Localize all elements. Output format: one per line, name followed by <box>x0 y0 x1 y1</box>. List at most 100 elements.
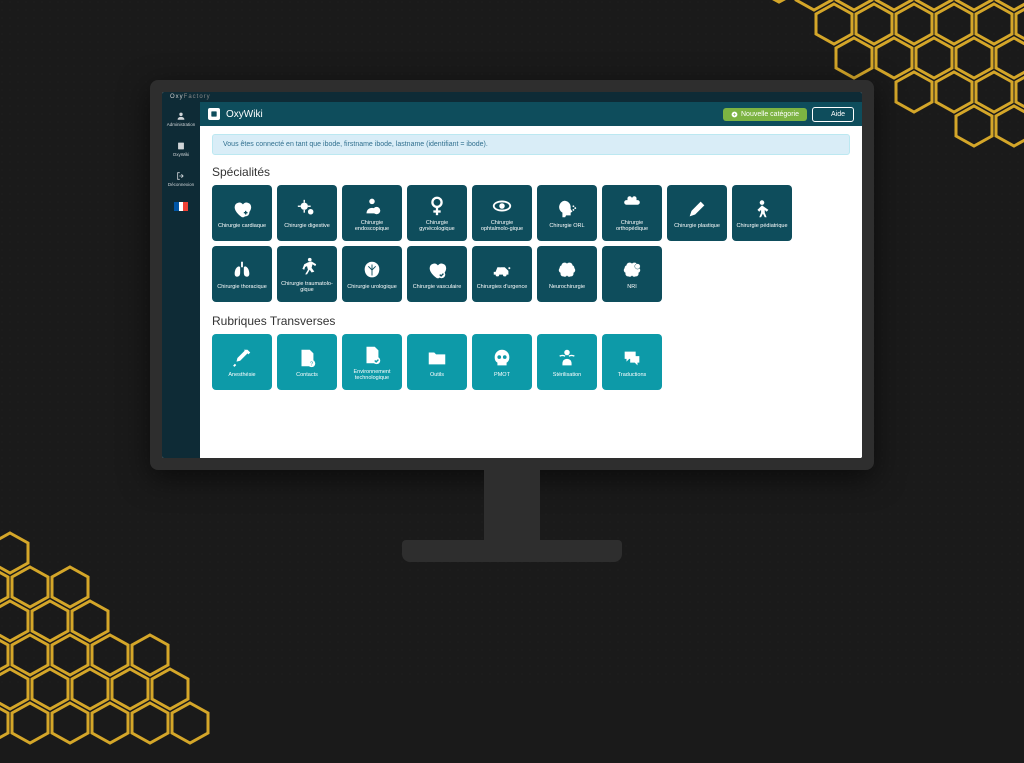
syringe-icon <box>231 346 253 370</box>
monitor-stand-neck <box>484 470 540 540</box>
new-category-label: Nouvelle catégorie <box>741 111 799 118</box>
head-icon <box>556 197 578 221</box>
waves-icon <box>556 346 578 370</box>
tile-label: Chirurgie gynécologique <box>411 220 463 233</box>
tile-label: Stérilisation <box>553 372 581 378</box>
page-header: OxyWiki Nouvelle catégorie Aide <box>200 102 862 126</box>
page-title-icon <box>208 108 220 120</box>
tile-label: Outils <box>430 372 444 378</box>
sidebar-item-label: OxyWiki <box>164 152 198 157</box>
tile-label: Neurochirurgie <box>549 284 585 290</box>
svg-text:?: ? <box>310 361 313 367</box>
book-icon <box>176 141 186 151</box>
app-body: Administration OxyWiki Déconnexion <box>162 102 862 458</box>
skull-icon <box>491 346 513 370</box>
help-button[interactable]: Aide <box>812 107 854 122</box>
monitor-mockup: OxyFactory Administration OxyWiki <box>150 80 874 590</box>
tile-label: Chirurgies d'urgence <box>477 284 528 290</box>
heart-icon <box>231 197 253 221</box>
tile-label: Chirurgie pédiatrique <box>736 223 787 229</box>
tile-label: Chirurgie orthopédique <box>606 220 658 233</box>
lungs-icon <box>231 258 253 282</box>
monitor-stand-base <box>402 540 622 562</box>
category-tile[interactable]: Chirurgie digestive <box>277 185 337 241</box>
category-tile[interactable]: Chirurgie vasculaire <box>407 246 467 302</box>
sidebar-item-oxywiki[interactable]: OxyWiki <box>162 138 200 160</box>
category-tile[interactable]: Chirurgie pédiatrique <box>732 185 792 241</box>
category-tile[interactable]: Chirurgies d'urgence <box>472 246 532 302</box>
file-check-icon <box>361 343 383 367</box>
pen-icon <box>686 197 708 221</box>
tile-label: Chirurgie digestive <box>284 223 330 229</box>
category-tile[interactable]: Chirurgie gynécologique <box>407 185 467 241</box>
category-tile[interactable]: Traductions <box>602 334 662 390</box>
category-tile[interactable]: ? Contacts <box>277 334 337 390</box>
tile-label: PMOT <box>494 372 510 378</box>
sidebar-item-deconnexion[interactable]: Déconnexion <box>162 168 200 190</box>
content: Vous êtes connecté en tant que ibode, fi… <box>200 126 862 458</box>
app-root: OxyFactory Administration OxyWiki <box>162 92 862 458</box>
tile-label: Environnement technologique <box>346 369 398 382</box>
tile-label: Chirurgie urologique <box>347 284 397 290</box>
heart-check-icon <box>426 258 448 282</box>
new-category-button[interactable]: Nouvelle catégorie <box>723 108 807 121</box>
file-question-icon: ? <box>296 346 318 370</box>
main-panel: OxyWiki Nouvelle catégorie Aide <box>200 102 862 458</box>
brain-gear-icon <box>621 258 643 282</box>
sidebar-item-label: Administration <box>164 122 198 127</box>
tile-label: Traductions <box>618 372 647 378</box>
brand-prefix: Oxy <box>170 94 184 100</box>
tile-label: Anesthésie <box>228 372 255 378</box>
tile-label: Contacts <box>296 372 318 378</box>
folder-icon <box>426 346 448 370</box>
running-icon <box>296 255 318 279</box>
category-tile[interactable]: Stérilisation <box>537 334 597 390</box>
monitor-bezel: OxyFactory Administration OxyWiki <box>150 80 874 470</box>
tile-label: Chirurgie thoracique <box>217 284 267 290</box>
tile-label: NRI <box>627 284 636 290</box>
sidebar: Administration OxyWiki Déconnexion <box>162 102 200 458</box>
female-icon <box>426 194 448 218</box>
child-icon <box>751 197 773 221</box>
category-tile[interactable]: Neurochirurgie <box>537 246 597 302</box>
sidebar-item-label: Déconnexion <box>164 182 198 187</box>
monitor-screen: OxyFactory Administration OxyWiki <box>162 92 862 458</box>
tile-grid: Chirurgie cardiaque Chirurgie digestive Ch… <box>212 185 850 302</box>
category-tile[interactable]: PMOT <box>472 334 532 390</box>
chat-icon <box>621 346 643 370</box>
help-label: Aide <box>831 111 845 118</box>
category-tile[interactable]: Environnement technologique <box>342 334 402 390</box>
download-icon <box>821 111 828 118</box>
tile-label: Chirurgie ophtalmolo-gique <box>476 220 528 233</box>
category-tile[interactable]: Chirurgie thoracique <box>212 246 272 302</box>
ambulance-icon <box>491 258 513 282</box>
tile-label: Chirurgie endoscopique <box>346 220 398 233</box>
tile-label: Chirurgie traumatolo-gique <box>281 281 333 294</box>
section-title: Rubriques Transverses <box>212 314 850 328</box>
kidney-icon <box>361 258 383 282</box>
category-tile[interactable]: Chirurgie traumatolo-gique <box>277 246 337 302</box>
tile-label: Chirurgie ORL <box>549 223 584 229</box>
category-tile[interactable]: Chirurgie ophtalmolo-gique <box>472 185 532 241</box>
plus-circle-icon <box>731 111 738 118</box>
alert-text: Vous êtes connecté en tant que ibode, fi… <box>223 141 488 148</box>
category-tile[interactable]: Outils <box>407 334 467 390</box>
language-flag-fr[interactable] <box>174 202 188 211</box>
category-tile[interactable]: Chirurgie cardiaque <box>212 185 272 241</box>
sidebar-item-administration[interactable]: Administration <box>162 108 200 130</box>
brain-icon <box>556 258 578 282</box>
category-tile[interactable]: Chirurgie endoscopique <box>342 185 402 241</box>
category-tile[interactable]: NRI <box>602 246 662 302</box>
category-tile[interactable]: Chirurgie orthopédique <box>602 185 662 241</box>
category-tile[interactable]: Chirurgie ORL <box>537 185 597 241</box>
tile-grid: Anesthésie? Contacts Environnement technol… <box>212 334 850 390</box>
category-tile[interactable]: Chirurgie urologique <box>342 246 402 302</box>
login-info-alert: Vous êtes connecté en tant que ibode, fi… <box>212 134 850 155</box>
section-title: Spécialités <box>212 165 850 179</box>
category-tile[interactable]: Chirurgie plastique <box>667 185 727 241</box>
gears-icon <box>296 197 318 221</box>
eye-icon <box>491 194 513 218</box>
bone-icon <box>621 194 643 218</box>
category-tile[interactable]: Anesthésie <box>212 334 272 390</box>
signout-icon <box>176 171 186 181</box>
